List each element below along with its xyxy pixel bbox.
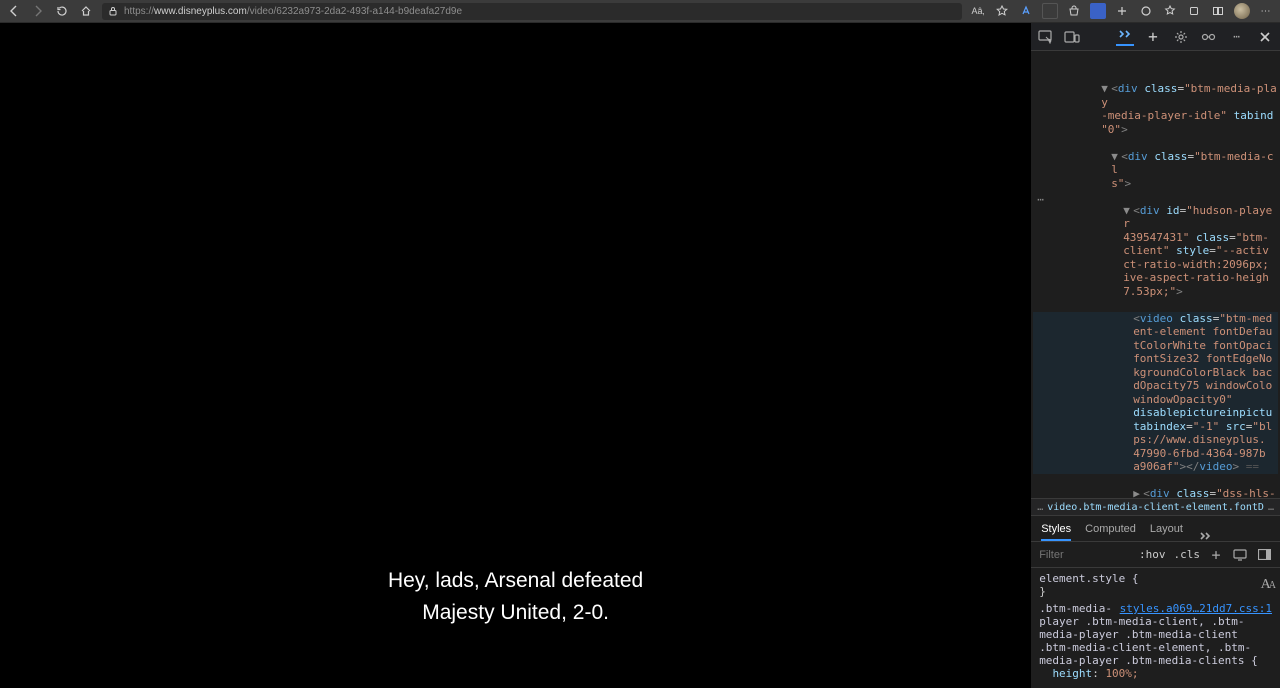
workspace: Hey, lads, Arsenal defeated Majesty Unit… bbox=[0, 23, 1280, 688]
video-player[interactable]: Hey, lads, Arsenal defeated Majesty Unit… bbox=[0, 23, 1031, 688]
lock-icon bbox=[108, 6, 118, 16]
breadcrumb[interactable]: … video.btm-media-client-element.fontD … bbox=[1031, 498, 1280, 516]
inspect-element-icon[interactable] bbox=[1037, 28, 1055, 46]
new-style-rule-icon[interactable]: + bbox=[1208, 547, 1224, 563]
new-tab-icon[interactable]: + bbox=[1144, 28, 1162, 46]
refresh-button[interactable] bbox=[54, 3, 70, 19]
collections-icon[interactable] bbox=[1114, 3, 1130, 19]
forward-button[interactable] bbox=[30, 3, 46, 19]
settings-gear-icon[interactable] bbox=[1172, 28, 1190, 46]
shopping-icon[interactable] bbox=[1066, 3, 1082, 19]
elements-tree[interactable]: ⋯ ▼<div class="btm-media-play -media-pla… bbox=[1031, 51, 1280, 498]
font-size-icon[interactable]: AA bbox=[1261, 578, 1274, 592]
more-menu-icon[interactable]: ⋯ bbox=[1258, 3, 1274, 19]
extensions-icon[interactable] bbox=[1186, 3, 1202, 19]
device-toolbar-icon[interactable] bbox=[1063, 28, 1081, 46]
url-text: https://www.disneyplus.com/video/6232a97… bbox=[124, 6, 462, 17]
read-aloud-text[interactable]: Aâ‚ bbox=[970, 3, 986, 19]
caption-line-1: Hey, lads, Arsenal defeated bbox=[0, 565, 1031, 597]
tab-styles[interactable]: Styles bbox=[1041, 523, 1071, 541]
sync-icon[interactable] bbox=[1138, 3, 1154, 19]
panel-overflow-icon[interactable] bbox=[1116, 28, 1134, 46]
devtools-panel: + ⋯ ⋯ ▼<div class="btm-media-play -media… bbox=[1031, 23, 1280, 688]
video-caption: Hey, lads, Arsenal defeated Majesty Unit… bbox=[0, 565, 1031, 629]
back-button[interactable] bbox=[6, 3, 22, 19]
styles-toolbar: :hov .cls + bbox=[1031, 542, 1280, 568]
extension-2-icon[interactable] bbox=[1090, 3, 1106, 19]
devtools-toolbar: + ⋯ bbox=[1031, 23, 1280, 51]
hov-toggle[interactable]: :hov bbox=[1139, 548, 1166, 561]
breadcrumb-next[interactable]: … bbox=[1268, 502, 1274, 513]
tab-computed[interactable]: Computed bbox=[1085, 523, 1136, 541]
caption-line-2: Majesty United, 2-0. bbox=[0, 597, 1031, 629]
tree-overflow-icon[interactable]: ⋯ bbox=[1037, 193, 1044, 207]
home-button[interactable] bbox=[78, 3, 94, 19]
styles-rules[interactable]: AA element.style { } styles.a069…21dd7.c… bbox=[1031, 568, 1280, 688]
breadcrumb-current[interactable]: video.btm-media-client-element.fontD bbox=[1047, 502, 1264, 513]
address-bar[interactable]: https://www.disneyplus.com/video/6232a97… bbox=[102, 3, 962, 20]
element-style-rule[interactable]: element.style { } bbox=[1039, 572, 1272, 598]
toggle-pane-icon[interactable] bbox=[1256, 547, 1272, 563]
tab-layout[interactable]: Layout bbox=[1150, 523, 1183, 541]
favorites-icon[interactable] bbox=[1162, 3, 1178, 19]
extension-1-icon[interactable] bbox=[1042, 3, 1058, 19]
styles-tab-strip: Styles Computed Layout bbox=[1031, 516, 1280, 542]
breadcrumb-prev[interactable]: … bbox=[1037, 502, 1043, 513]
css-rule-1[interactable]: styles.a069…21dd7.css:1 .btm-media-playe… bbox=[1039, 602, 1272, 680]
stylesheet-link[interactable]: styles.a069…21dd7.css:1 bbox=[1120, 602, 1272, 615]
browser-toolbar: https://www.disneyplus.com/video/6232a97… bbox=[0, 0, 1280, 23]
devtools-more-icon[interactable]: ⋯ bbox=[1228, 28, 1246, 46]
cls-toggle[interactable]: .cls bbox=[1174, 548, 1201, 561]
styles-tabs-overflow-icon[interactable] bbox=[1199, 531, 1211, 541]
computed-styles-icon[interactable] bbox=[1232, 547, 1248, 563]
styles-filter-input[interactable] bbox=[1039, 549, 1099, 561]
profile-avatar[interactable] bbox=[1234, 3, 1250, 19]
split-screen-icon[interactable] bbox=[1210, 3, 1226, 19]
translate-icon[interactable] bbox=[1018, 3, 1034, 19]
devtools-close-icon[interactable] bbox=[1256, 28, 1274, 46]
star-icon[interactable] bbox=[994, 3, 1010, 19]
activity-icon[interactable] bbox=[1200, 28, 1218, 46]
